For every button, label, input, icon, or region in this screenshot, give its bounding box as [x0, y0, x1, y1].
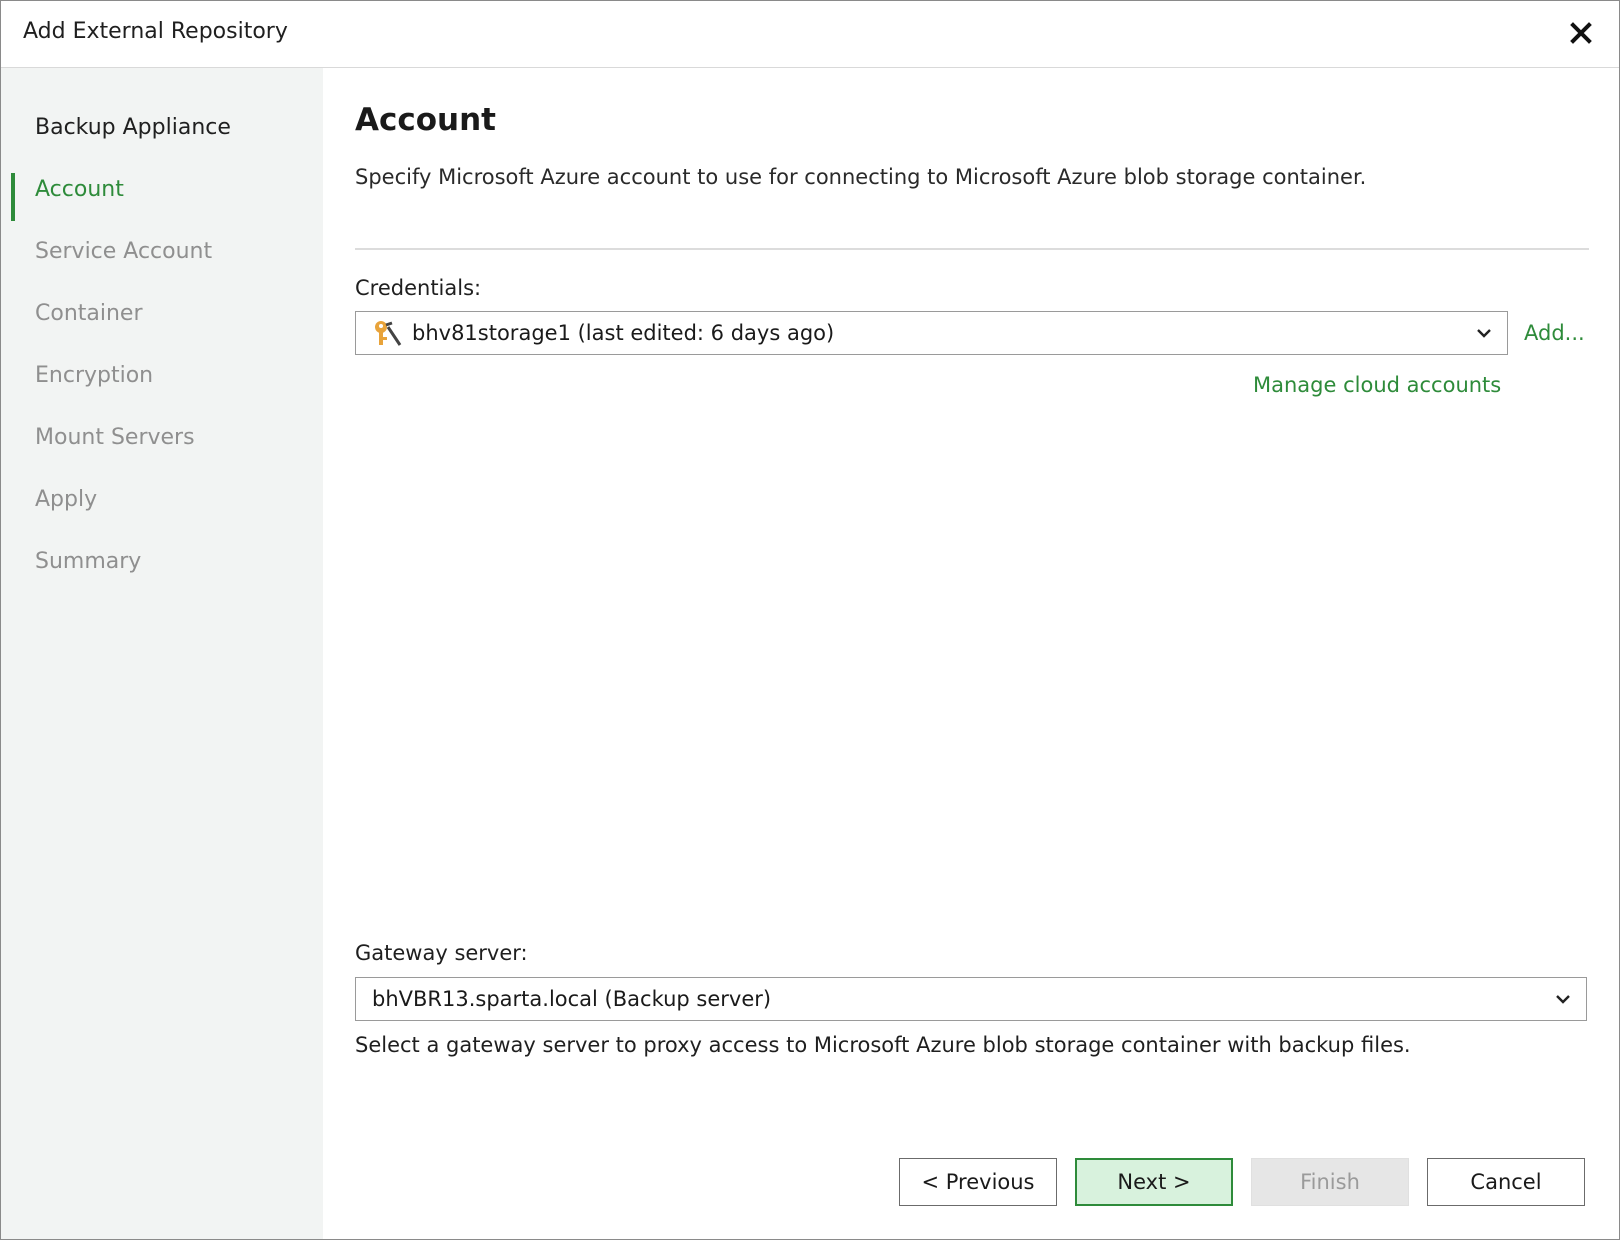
add-credentials-link[interactable]: Add...: [1524, 321, 1585, 345]
step-container[interactable]: Container: [35, 301, 143, 326]
credentials-dropdown[interactable]: bhv81storage1 (last edited: 6 days ago): [355, 311, 1508, 355]
gateway-server-hint: Select a gateway server to proxy access …: [355, 1033, 1411, 1057]
step-account[interactable]: Account: [35, 177, 124, 202]
previous-button[interactable]: < Previous: [899, 1158, 1057, 1206]
step-summary[interactable]: Summary: [35, 549, 141, 574]
key-icon: [375, 321, 402, 346]
close-button[interactable]: [1563, 15, 1599, 51]
step-backup-appliance[interactable]: Backup Appliance: [35, 115, 231, 140]
dialog-window: Add External Repository Backup Appliance…: [0, 0, 1620, 1240]
step-mount-servers[interactable]: Mount Servers: [35, 425, 195, 450]
close-icon: [1570, 22, 1592, 44]
page-title: Account: [355, 102, 496, 138]
page-description: Specify Microsoft Azure account to use f…: [355, 165, 1367, 189]
gateway-server-dropdown[interactable]: bhVBR13.sparta.local (Backup server): [355, 977, 1587, 1021]
wizard-steps-sidebar: Backup Appliance Account Service Account…: [1, 68, 323, 1239]
step-encryption[interactable]: Encryption: [35, 363, 153, 388]
manage-cloud-accounts-link[interactable]: Manage cloud accounts: [1253, 373, 1501, 397]
gateway-server-value: bhVBR13.sparta.local (Backup server): [372, 987, 772, 1011]
step-apply[interactable]: Apply: [35, 487, 97, 512]
title-bar: Add External Repository: [1, 1, 1619, 68]
next-button[interactable]: Next >: [1075, 1158, 1233, 1206]
chevron-down-icon: [1556, 995, 1570, 1004]
gateway-server-label: Gateway server:: [355, 941, 528, 965]
chevron-down-icon: [1477, 329, 1491, 338]
header-divider: [355, 248, 1589, 250]
step-service-account[interactable]: Service Account: [35, 239, 212, 264]
dialog-title: Add External Repository: [23, 19, 288, 44]
current-step-marker: [11, 173, 15, 221]
finish-button: Finish: [1251, 1158, 1409, 1206]
cancel-button[interactable]: Cancel: [1427, 1158, 1585, 1206]
credentials-label: Credentials:: [355, 276, 482, 300]
credentials-value: bhv81storage1 (last edited: 6 days ago): [412, 321, 835, 345]
main-content: Account Specify Microsoft Azure account …: [323, 68, 1619, 1239]
